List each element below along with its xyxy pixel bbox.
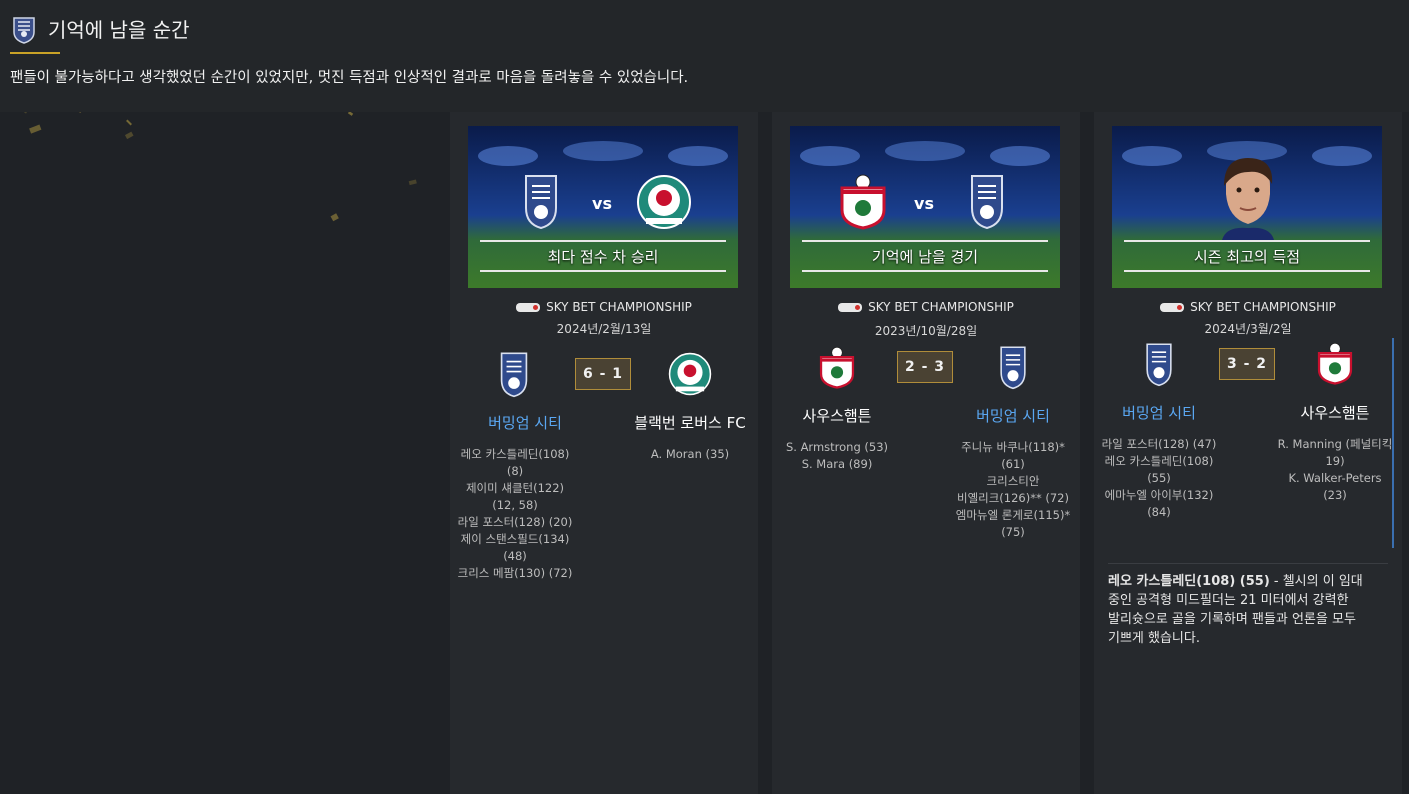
vs-label: vs	[592, 194, 612, 213]
scorer-line: K. Walker-Peters	[1288, 471, 1382, 485]
card-image: vs 기억에 남을 경기	[790, 126, 1060, 288]
match-date: 2024년/2월/13일	[556, 322, 652, 336]
away-scorers: 주니뉴 바쿠나(118)* (61) 크리스티안 비옐리크(126)** (72…	[948, 439, 1078, 541]
competition-name: SKY BET CHAMPIONSHIP	[546, 300, 692, 314]
away-team-link[interactable]: 사우스햄튼	[1270, 402, 1400, 423]
home-team-link[interactable]: 사우스햄튼	[772, 405, 902, 426]
scorer-line: 크리스티안	[986, 474, 1040, 488]
description-line: - 첼시의 이 임대	[1269, 574, 1363, 589]
club-crest-icon	[13, 17, 35, 44]
scorer-line: (84)	[1147, 505, 1171, 519]
home-team-link[interactable]: 버밍엄 시티	[460, 412, 590, 433]
scorer-line: (8)	[506, 464, 524, 478]
competition-row: SKY BET CHAMPIONSHIP	[450, 300, 758, 314]
competition-row: SKY BET CHAMPIONSHIP	[1094, 300, 1402, 314]
scorer-line: 비옐리크(126)** (72)	[956, 491, 1069, 505]
birmingham-crest-icon	[525, 175, 557, 230]
scorer-line: (48)	[503, 549, 527, 563]
competition-name: SKY BET CHAMPIONSHIP	[1190, 300, 1336, 314]
player-portrait-icon	[1222, 158, 1274, 240]
page-header: 기억에 남을 순간 팬들이 불가능하다고 생각했었던 순간이 있었지만, 멋진 …	[0, 0, 1409, 112]
scorer-line: 라일 포스터(128) (20)	[457, 515, 573, 529]
match-score: 2 - 3	[897, 351, 953, 383]
scorer-line: (75)	[1001, 525, 1025, 539]
southampton-crest-icon	[1317, 342, 1353, 385]
scorer-line: 에마누엘 아이부(132)	[1104, 488, 1214, 502]
description-line: 발리슛으로 골을 기록하며 팬들과 언론을 모두	[1108, 612, 1356, 627]
scorer-line: 주니뉴 바쿠나(118)*	[961, 440, 1065, 454]
away-team-link[interactable]: 버밍엄 시티	[948, 405, 1078, 426]
card-image: 시즌 최고의 득점	[1112, 126, 1382, 288]
scorer-line: (23)	[1323, 488, 1347, 502]
page-title: 기억에 남을 순간	[48, 17, 190, 42]
birmingham-crest-icon	[500, 352, 528, 398]
competition-row: SKY BET CHAMPIONSHIP	[772, 300, 1080, 314]
scorer-line: S. Armstrong (53)	[785, 440, 889, 454]
away-team-link[interactable]: 블랙번 로버스 FC	[620, 412, 760, 433]
moment-card-biggest-win[interactable]: vs 최다 점수 차 승리 SKY BET CHAMPIONSHIP 2024년…	[450, 112, 758, 794]
scrollbar[interactable]	[1392, 338, 1394, 548]
scorer-line: R. Manning (페널티킥	[1277, 437, 1393, 451]
competition-name: SKY BET CHAMPIONSHIP	[868, 300, 1014, 314]
home-scorers: 라일 포스터(128) (47) 레오 카스틀레딘(108) (55) 에마누엘…	[1094, 436, 1224, 521]
card-caption: 기억에 남을 경기	[802, 240, 1048, 272]
scorer-line: 제이미 섀클턴(122)	[465, 481, 565, 495]
title-underline	[10, 52, 60, 54]
match-date: 2024년/3월/2일	[1204, 322, 1292, 336]
vs-label: vs	[914, 194, 934, 213]
southampton-crest-icon	[840, 174, 886, 230]
scorer-line: 레오 카스틀레딘(108)	[460, 447, 570, 461]
description-line: 중인 공격형 미드필더는 21 미터에서 강력한	[1108, 593, 1349, 608]
home-scorers: S. Armstrong (53) S. Mara (89)	[772, 439, 902, 473]
match-date: 2023년/10월/28일	[874, 324, 978, 338]
scorer-line: (55)	[1147, 471, 1171, 485]
away-scorers: R. Manning (페널티킥 19) K. Walker-Peters (2…	[1270, 436, 1400, 504]
home-scorers: 레오 카스틀레딘(108) (8) 제이미 섀클턴(122) (12, 58) …	[450, 446, 580, 582]
scorer-line: 라일 포스터(128) (47)	[1101, 437, 1217, 451]
scorer-line: 엠마뉴엘 론게로(115)*	[955, 508, 1071, 522]
card-caption: 시즌 최고의 득점	[1124, 240, 1370, 272]
description-highlight: 레오 카스틀레딘(108) (55)	[1108, 574, 1270, 589]
match-score: 6 - 1	[575, 358, 631, 390]
league-logo-icon	[1160, 302, 1185, 312]
scorer-line: 제이 스탠스필드(134)	[460, 532, 570, 546]
goal-description: 레오 카스틀레딘(108) (55) - 첼시의 이 임대 중인 공격형 미드필…	[1108, 572, 1378, 648]
match-score: 3 - 2	[1219, 348, 1275, 380]
page-subtitle: 팬들이 불가능하다고 생각했었던 순간이 있었지만, 멋진 득점과 인상적인 결…	[10, 70, 689, 86]
away-scorers: A. Moran (35)	[630, 446, 750, 463]
moment-card-memorable-match[interactable]: vs 기억에 남을 경기 SKY BET CHAMPIONSHIP 2023년/…	[772, 112, 1080, 794]
birmingham-crest-icon	[1000, 346, 1026, 390]
divider	[1108, 563, 1388, 564]
blackburn-crest-icon	[668, 352, 712, 396]
league-logo-icon	[838, 302, 863, 312]
scorer-line: (12, 58)	[492, 498, 538, 512]
league-logo-icon	[516, 302, 541, 312]
home-team-link[interactable]: 버밍엄 시티	[1094, 402, 1224, 423]
scorer-line: A. Moran (35)	[650, 447, 730, 461]
scorer-line: 19)	[1325, 454, 1345, 468]
card-image: vs 최다 점수 차 승리	[468, 126, 738, 288]
southampton-crest-icon	[819, 346, 855, 389]
scorer-line: (61)	[1001, 457, 1025, 471]
blackburn-crest-icon	[637, 175, 691, 229]
scorer-line: S. Mara (89)	[801, 457, 873, 471]
scorer-line: 크리스 메팜(130) (72)	[457, 566, 573, 580]
card-caption: 최다 점수 차 승리	[480, 240, 726, 272]
description-line: 기쁘게 했습니다.	[1108, 631, 1200, 646]
moment-card-goal-of-season[interactable]: 시즌 최고의 득점 SKY BET CHAMPIONSHIP 2024년/3월/…	[1094, 112, 1402, 794]
birmingham-crest-icon	[971, 175, 1003, 230]
scorer-line: 레오 카스틀레딘(108)	[1104, 454, 1214, 468]
birmingham-crest-icon	[1146, 343, 1172, 387]
